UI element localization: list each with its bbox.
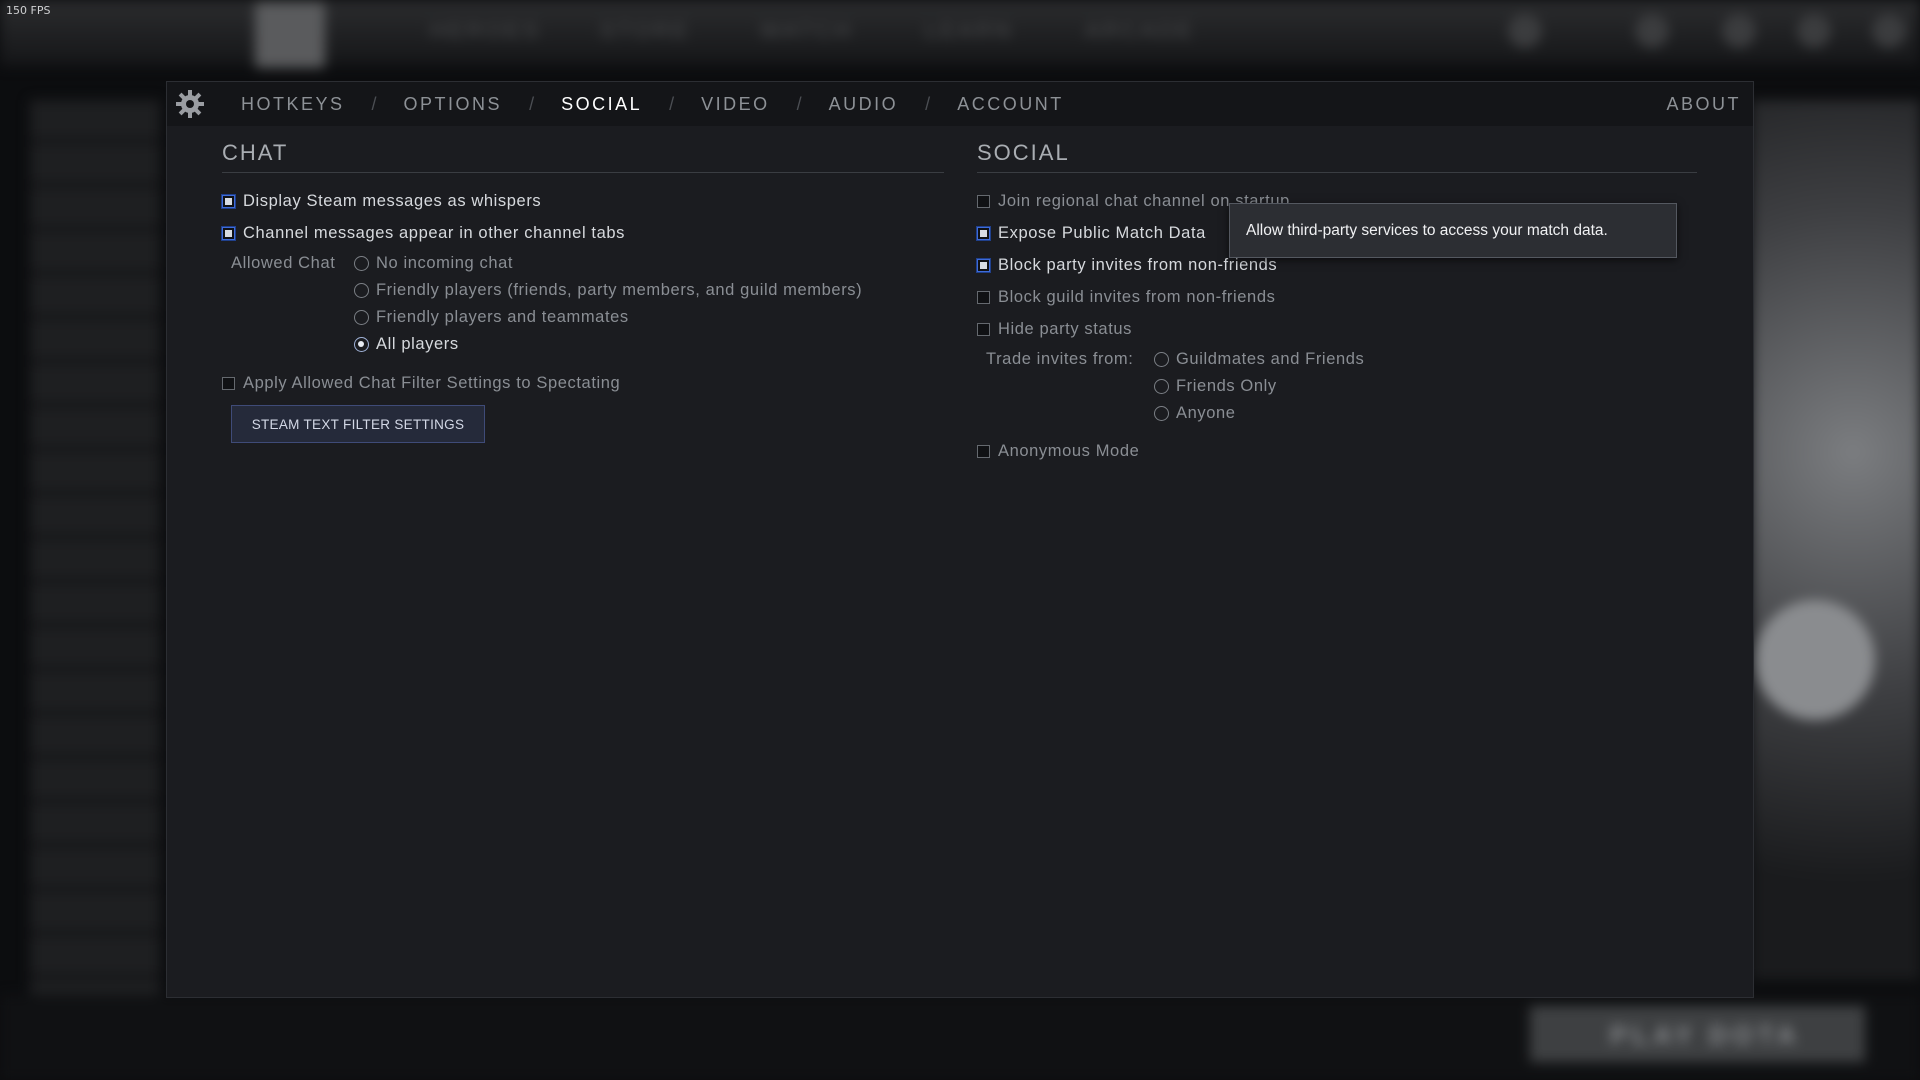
bg-nav-learn: LEARN — [925, 18, 1014, 43]
tab-separator: / — [925, 93, 931, 114]
bg-nav-watch: WATCH — [760, 18, 854, 43]
tab-account[interactable]: ACCOUNT — [957, 94, 1064, 115]
radio-button[interactable] — [1154, 406, 1169, 421]
block-party-invites-label: Block party invites from non-friends — [998, 256, 1278, 274]
channel-tabs-label: Channel messages appear in other channel… — [243, 224, 625, 242]
spectating-filter-label: Apply Allowed Chat Filter Settings to Sp… — [243, 374, 621, 392]
tab-separator: / — [796, 93, 802, 114]
social-section-divider — [977, 172, 1697, 173]
channel-tabs-option[interactable]: Channel messages appear in other channel… — [222, 224, 625, 243]
match-data-tooltip: Allow third-party services to access you… — [1229, 203, 1677, 258]
anonymous-mode-checkbox[interactable] — [977, 445, 990, 458]
block-guild-invites-option[interactable]: Block guild invites from non-friends — [977, 288, 1275, 307]
background-emblem — [1755, 600, 1875, 720]
display-steam-whispers-checkbox[interactable] — [222, 195, 235, 208]
dota-logo — [255, 2, 325, 68]
social-section-title: SOCIAL — [977, 140, 1070, 165]
display-steam-whispers-option[interactable]: Display Steam messages as whispers — [222, 192, 541, 211]
block-party-invites-option[interactable]: Block party invites from non-friends — [977, 256, 1277, 275]
expose-match-data-label: Expose Public Match Data — [998, 224, 1206, 242]
trade-invites-option-friends[interactable]: Friends Only — [1154, 377, 1277, 396]
bg-power-icon — [1872, 14, 1906, 48]
tab-separator: / — [529, 93, 535, 114]
radio-button[interactable] — [1154, 352, 1169, 367]
trade-invites-option-anyone[interactable]: Anyone — [1154, 404, 1236, 423]
join-regional-chat-checkbox[interactable] — [977, 195, 990, 208]
hide-party-status-label: Hide party status — [998, 320, 1133, 338]
radio-label: Anyone — [1176, 404, 1236, 422]
expose-match-data-option[interactable]: Expose Public Match Data — [977, 224, 1206, 243]
allowed-chat-label: Allowed Chat — [231, 254, 336, 272]
background-hero-art — [1752, 100, 1920, 980]
radio-label: No incoming chat — [376, 254, 514, 272]
tab-audio[interactable]: AUDIO — [829, 94, 899, 115]
radio-label: Guildmates and Friends — [1176, 350, 1365, 368]
tab-social[interactable]: SOCIAL — [561, 94, 642, 115]
bg-nav-store: STORE — [600, 18, 691, 43]
bg-settings-icon — [1797, 14, 1831, 48]
hide-party-status-checkbox[interactable] — [977, 323, 990, 336]
gear-icon — [176, 90, 204, 118]
tab-video[interactable]: VIDEO — [701, 94, 770, 115]
chat-section-title: CHAT — [222, 140, 289, 165]
expose-match-data-checkbox[interactable] — [977, 227, 990, 240]
anonymous-mode-label: Anonymous Mode — [998, 442, 1140, 460]
settings-tab-bar: HOTKEYS / OPTIONS / SOCIAL / VIDEO / AUD… — [167, 82, 1753, 126]
hide-party-status-option[interactable]: Hide party status — [977, 320, 1132, 339]
chat-section-divider — [222, 172, 944, 173]
radio-label: All players — [376, 335, 459, 353]
allowed-chat-option-teammates[interactable]: Friendly players and teammates — [354, 308, 629, 327]
spectating-filter-option[interactable]: Apply Allowed Chat Filter Settings to Sp… — [222, 374, 620, 393]
spectating-filter-checkbox[interactable] — [222, 377, 235, 390]
block-guild-invites-label: Block guild invites from non-friends — [998, 288, 1276, 306]
background-friends-list — [30, 100, 160, 1000]
radio-label: Friends Only — [1176, 377, 1277, 395]
bg-notification-icon — [1635, 14, 1669, 48]
tab-separator: / — [669, 93, 675, 114]
steam-text-filter-button[interactable]: STEAM TEXT FILTER SETTINGS — [231, 405, 485, 443]
bg-nav-heroes: HEROES — [430, 18, 541, 43]
radio-label: Friendly players (friends, party members… — [376, 281, 863, 299]
trade-invites-label: Trade invites from: — [986, 350, 1134, 368]
tab-options[interactable]: OPTIONS — [404, 94, 503, 115]
display-steam-whispers-label: Display Steam messages as whispers — [243, 192, 542, 210]
block-guild-invites-checkbox[interactable] — [977, 291, 990, 304]
settings-tabs: HOTKEYS / OPTIONS / SOCIAL / VIDEO / AUD… — [241, 82, 1064, 126]
tab-separator: / — [371, 93, 377, 114]
tab-hotkeys[interactable]: HOTKEYS — [241, 94, 345, 115]
radio-label: Friendly players and teammates — [376, 308, 629, 326]
allowed-chat-option-friendly[interactable]: Friendly players (friends, party members… — [354, 281, 862, 300]
radio-button[interactable] — [354, 283, 369, 298]
about-link[interactable]: ABOUT — [1666, 94, 1741, 115]
radio-button[interactable] — [354, 256, 369, 271]
trade-invites-option-guildmates[interactable]: Guildmates and Friends — [1154, 350, 1364, 369]
bg-stats-icon — [1722, 14, 1756, 48]
radio-button[interactable] — [1154, 379, 1169, 394]
anonymous-mode-option[interactable]: Anonymous Mode — [977, 442, 1139, 461]
radio-button-selected[interactable] — [354, 337, 369, 352]
allowed-chat-option-none[interactable]: No incoming chat — [354, 254, 513, 273]
channel-tabs-checkbox[interactable] — [222, 227, 235, 240]
allowed-chat-option-all[interactable]: All players — [354, 335, 459, 354]
bg-currency-icon — [1508, 14, 1542, 48]
bg-nav-arcade: ARCADE — [1085, 18, 1195, 43]
radio-button[interactable] — [354, 310, 369, 325]
block-party-invites-checkbox[interactable] — [977, 259, 990, 272]
fps-counter: 150 FPS — [6, 4, 51, 17]
play-dota-label: PLAY DOTA — [1610, 1020, 1801, 1050]
